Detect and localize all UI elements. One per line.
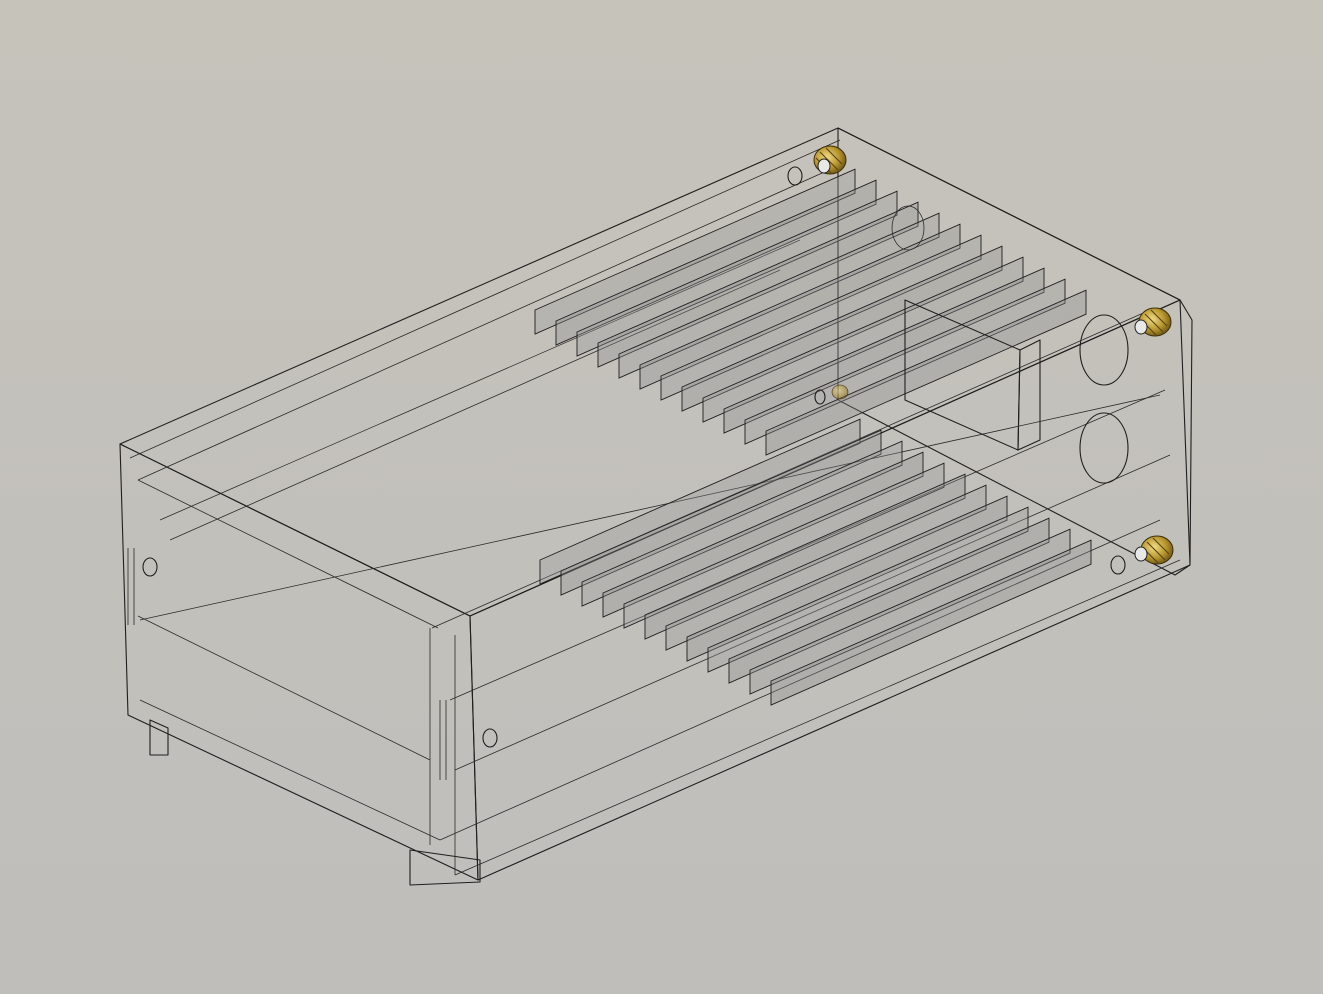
viewport-background	[0, 0, 1323, 994]
transparent-enclosure-model[interactable]	[0, 0, 1323, 994]
brass-threaded-insert-icon[interactable]	[813, 145, 847, 175]
small-brass-insert-icon	[831, 384, 849, 400]
cad-3d-viewport[interactable]	[0, 0, 1323, 994]
